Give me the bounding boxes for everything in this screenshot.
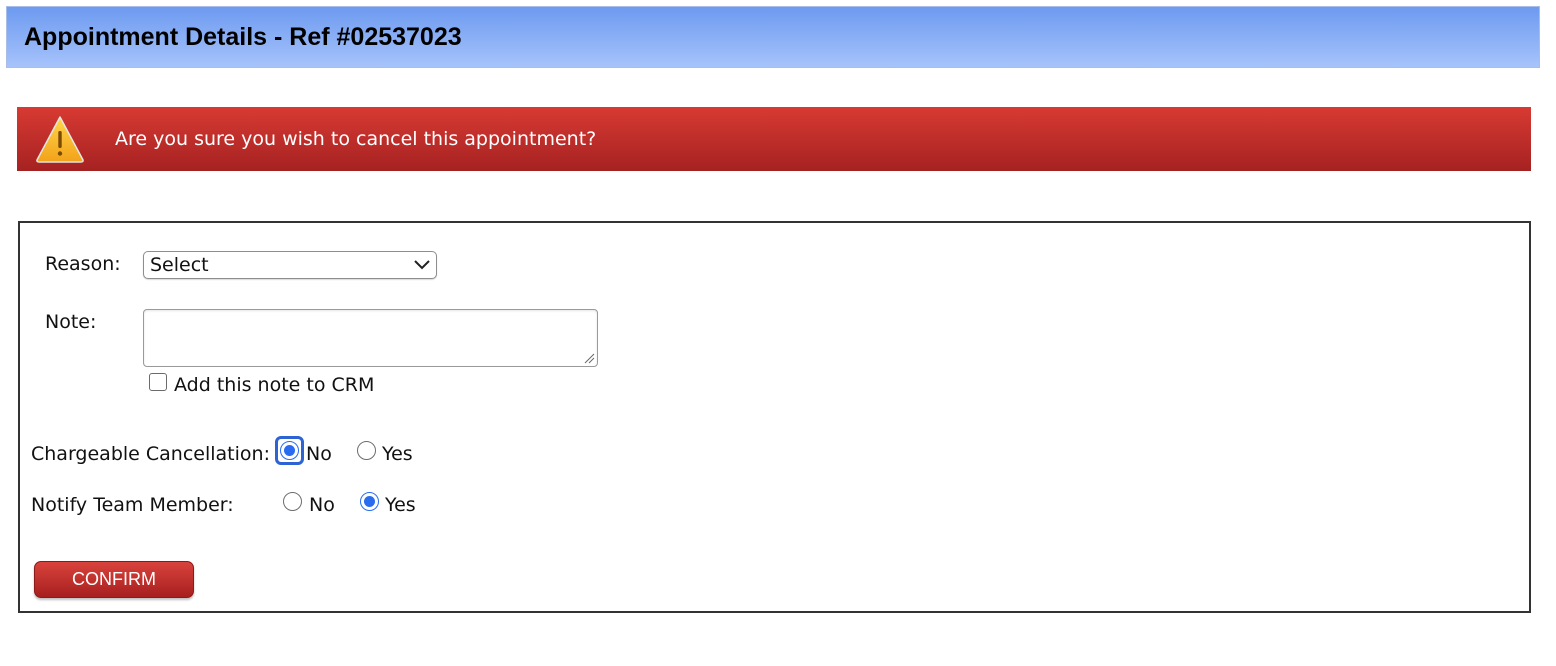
chargeable-cancellation-label: Chargeable Cancellation:: [31, 443, 270, 465]
chargeable-yes-radio[interactable]: [357, 441, 376, 460]
chargeable-yes-label[interactable]: Yes: [382, 443, 413, 465]
note-label: Note:: [45, 311, 97, 333]
reason-selected-value: Select: [150, 254, 209, 276]
reason-select[interactable]: Select: [143, 251, 437, 279]
reason-label: Reason:: [45, 253, 121, 275]
cancel-warning-alert: Are you sure you wish to cancel this app…: [17, 107, 1531, 171]
notify-team-member-label: Notify Team Member:: [31, 494, 234, 516]
chargeable-no-radio[interactable]: [280, 441, 299, 460]
confirm-button[interactable]: CONFIRM: [34, 561, 194, 598]
cancel-form: Reason: Select Note: Add this note to CR…: [18, 221, 1531, 613]
page-header: Appointment Details - Ref #02537023: [6, 6, 1540, 68]
notify-no-radio[interactable]: [283, 492, 302, 511]
notify-no-label[interactable]: No: [309, 494, 335, 516]
chargeable-no-label[interactable]: No: [306, 443, 332, 465]
chevron-down-icon: [414, 260, 430, 270]
add-note-to-crm-checkbox[interactable]: [149, 373, 167, 391]
note-textarea[interactable]: [143, 309, 598, 367]
notify-yes-radio[interactable]: [360, 492, 379, 511]
resize-grip-icon[interactable]: [583, 352, 595, 364]
notify-yes-label[interactable]: Yes: [385, 494, 416, 516]
warning-icon: [36, 116, 84, 163]
add-note-to-crm-label[interactable]: Add this note to CRM: [174, 374, 374, 396]
page-title: Appointment Details - Ref #02537023: [24, 22, 462, 51]
alert-message: Are you sure you wish to cancel this app…: [115, 128, 597, 150]
